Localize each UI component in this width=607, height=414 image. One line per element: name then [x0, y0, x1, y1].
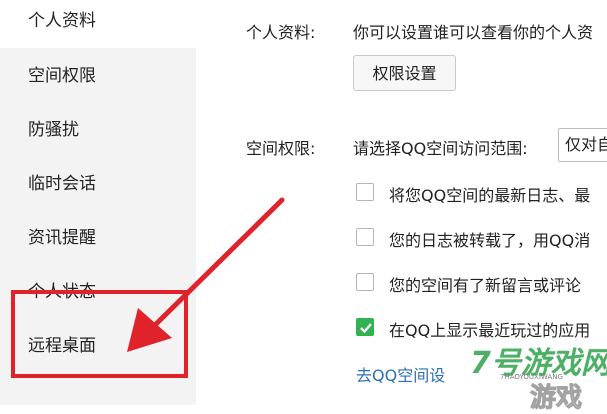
- profile-description: 你可以设置谁可以查看你的个人资: [353, 23, 594, 42]
- sidebar-item-personal-status[interactable]: 个人状态: [0, 265, 196, 319]
- checkbox-log-reposted[interactable]: [356, 228, 374, 246]
- space-access-select[interactable]: 仅对自: [558, 128, 607, 162]
- checkbox-share-latest-logs[interactable]: [356, 183, 374, 201]
- sidebar-item-anti-harassment[interactable]: 防骚扰: [0, 103, 196, 157]
- settings-sidebar: 个人资料 空间权限 防骚扰 临时会话 资讯提醒 个人状态 远程桌面: [0, 0, 196, 405]
- sidebar-item-profile[interactable]: 个人资料: [0, 0, 196, 48]
- profile-label: 个人资料:: [246, 23, 316, 42]
- site-watermark: 7号游戏网 7HAOYOUXIWANG 游戏: [430, 330, 607, 414]
- checkbox-new-message-comment[interactable]: [356, 273, 374, 291]
- checkbox-label-share-latest-logs: 将您QQ空间的最新日志、最: [389, 186, 591, 205]
- checkmark-icon: [360, 323, 372, 334]
- space-access-prompt: 请选择QQ空间访问范围:: [353, 139, 528, 158]
- sidebar-item-temp-session[interactable]: 临时会话: [0, 157, 196, 211]
- permission-settings-button[interactable]: 权限设置: [353, 55, 456, 91]
- watermark-sub-text: 游戏: [529, 383, 583, 414]
- checkbox-label-log-reposted: 您的日志被转载了，用QQ消: [389, 231, 591, 250]
- checkbox-show-recent-apps[interactable]: [356, 318, 374, 336]
- sidebar-item-space-permission[interactable]: 空间权限: [0, 49, 196, 103]
- sidebar-item-remote-desktop[interactable]: 远程桌面: [0, 319, 196, 373]
- space-permission-label: 空间权限:: [246, 139, 316, 158]
- sidebar-item-news-reminder[interactable]: 资讯提醒: [0, 211, 196, 265]
- checkbox-label-new-message-comment: 您的空间有了新留言或评论: [389, 276, 582, 295]
